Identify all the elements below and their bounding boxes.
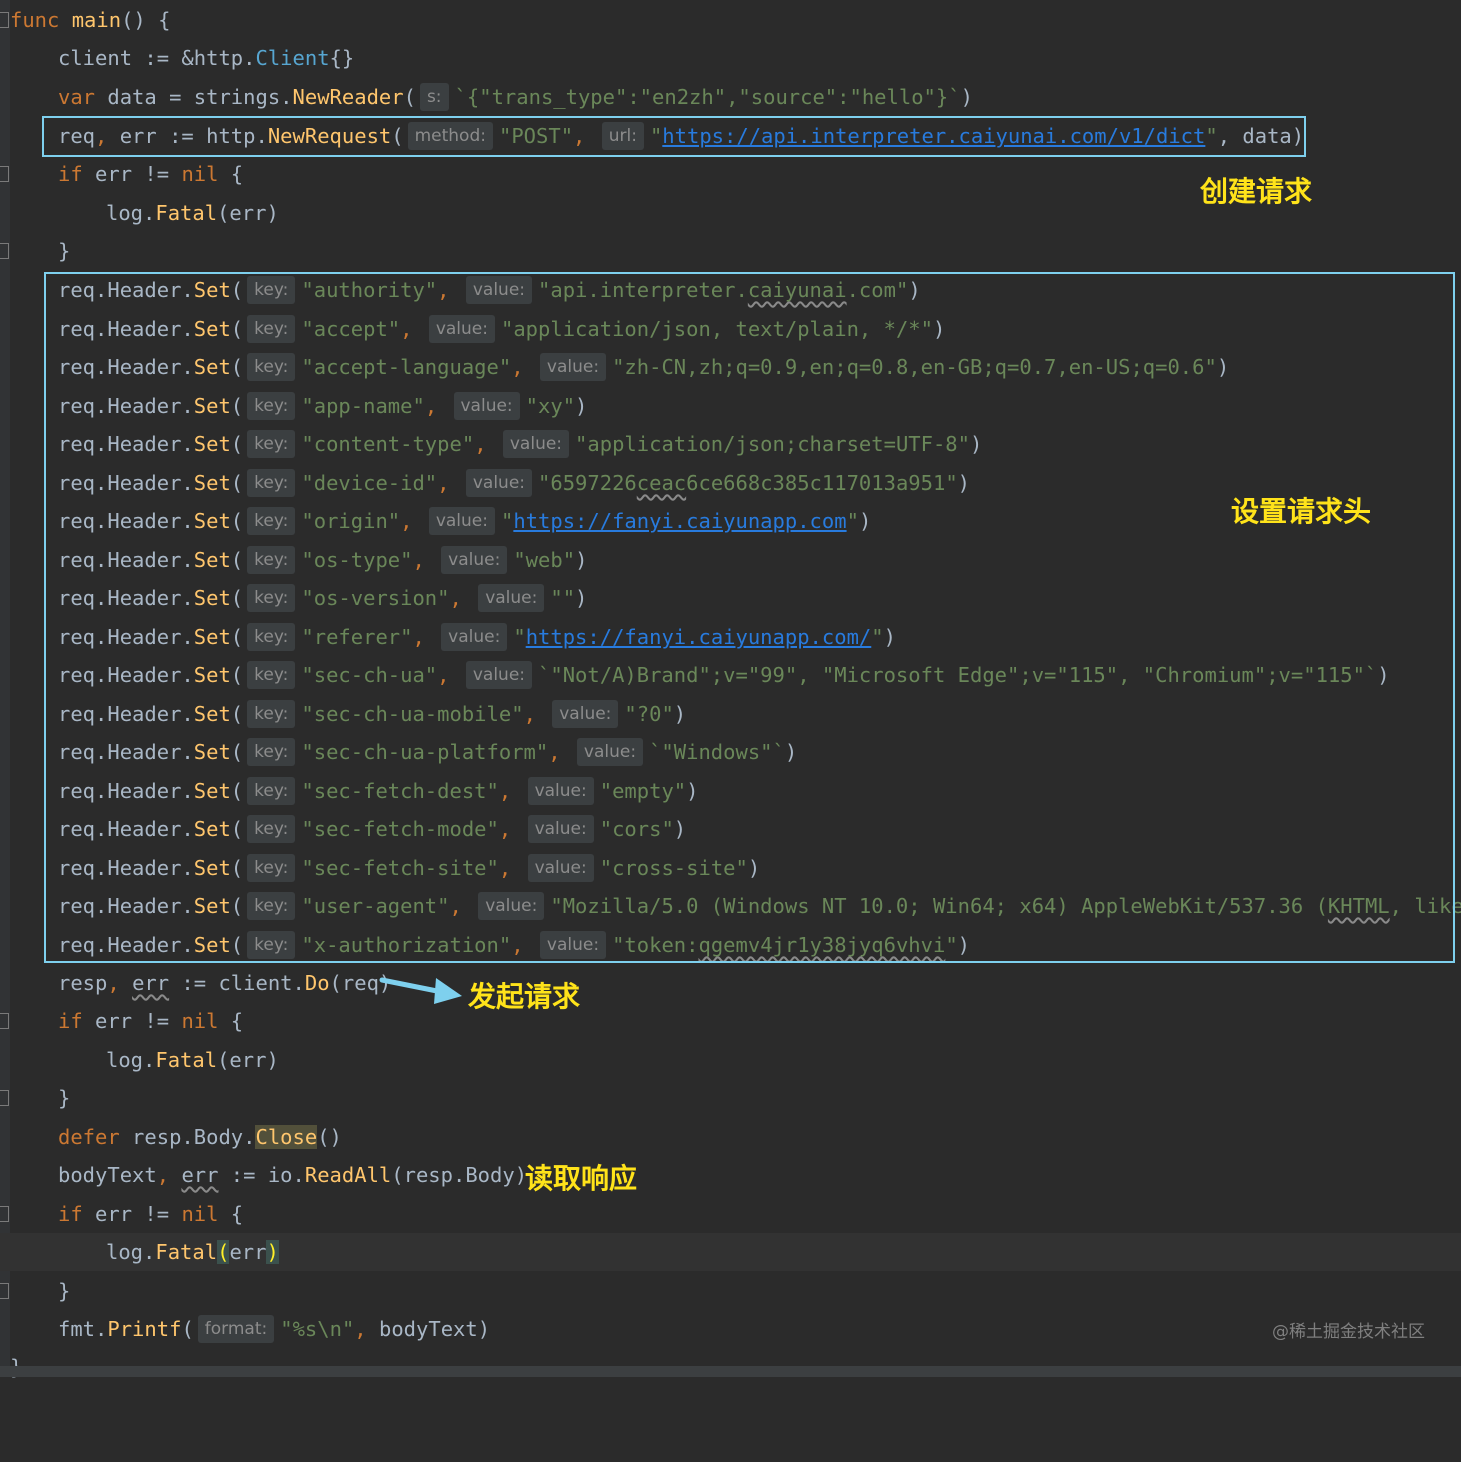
annotation-create-request: 创建请求 — [1200, 175, 1313, 208]
code-line[interactable]: func main() { — [0, 1, 170, 39]
code-line[interactable]: bodyText, err := io.ReadAll(resp.Body) — [0, 1156, 527, 1194]
closing-brace: } — [58, 1279, 71, 1303]
keyword-if: if — [58, 1009, 83, 1033]
keyword-var: var — [58, 85, 96, 109]
keyword-defer: defer — [58, 1125, 120, 1149]
code-text: client := &http. — [58, 46, 256, 70]
code-line[interactable]: fmt.Printf(format: "%s\n", bodyText) — [0, 1310, 490, 1348]
comma: , — [354, 1317, 367, 1341]
function-call-highlighted: Close — [255, 1125, 318, 1149]
annotation-send-request: 发起请求 — [468, 980, 581, 1013]
paren-match: ( — [217, 1240, 230, 1264]
code-text: err — [181, 1163, 219, 1187]
code-text: log. — [106, 1240, 156, 1264]
code-text: resp — [58, 971, 108, 995]
code-text: { — [218, 1202, 244, 1226]
code-line[interactable]: var data = strings.NewReader(s: `{"trans_… — [0, 78, 973, 116]
closing-brace: } — [58, 1086, 71, 1110]
function-call: Fatal — [155, 201, 218, 225]
function-call: Do — [304, 971, 330, 995]
code-line[interactable]: log.Fatal(err) — [0, 1041, 279, 1079]
arrow-icon — [379, 977, 462, 1004]
code-text: ( — [403, 85, 416, 109]
code-text: data = strings. — [95, 85, 293, 109]
code-text: err != — [82, 1009, 182, 1033]
keyword-nil: nil — [181, 1202, 219, 1226]
code-line[interactable]: if err != nil { — [0, 155, 243, 193]
code-text: err != — [82, 162, 182, 186]
code-text: {} — [329, 46, 355, 70]
function-call: ReadAll — [304, 1163, 392, 1187]
code-text: err — [229, 1240, 267, 1264]
code-line-current[interactable]: log.Fatal(err) — [0, 1233, 1461, 1271]
paren-match: ) — [266, 1240, 279, 1264]
keyword-func: func — [10, 8, 60, 32]
keyword-if: if — [58, 1202, 83, 1226]
annotation-set-headers: 设置请求头 — [1231, 495, 1372, 528]
code-text: bodyText — [58, 1163, 157, 1187]
code-text: ( — [181, 1317, 194, 1341]
code-line[interactable]: client := &http.Client{} — [0, 39, 354, 77]
code-text: { — [218, 162, 244, 186]
string-literal: `{"trans_type":"en2zh","source":"hello"}… — [454, 85, 961, 109]
function-name-main: main — [71, 8, 122, 32]
code-text: (err) — [217, 201, 279, 225]
code-line[interactable]: } — [0, 232, 70, 270]
keyword-if: if — [58, 162, 83, 186]
code-text: := client. — [169, 971, 305, 995]
code-line[interactable]: if err != nil { — [0, 1002, 243, 1040]
comma: , — [156, 1163, 170, 1187]
code-text: () { — [121, 8, 171, 32]
function-call: Fatal — [155, 1048, 218, 1072]
code-text: log. — [106, 1048, 156, 1072]
function-call: Printf — [107, 1317, 182, 1341]
code-text: err — [132, 971, 170, 995]
comma: , — [107, 971, 120, 995]
param-hint-s: s: — [419, 83, 449, 111]
function-call: NewReader — [292, 85, 404, 109]
code-line[interactable]: } — [0, 1272, 70, 1310]
code-text: (resp.Body) — [391, 1163, 528, 1187]
code-text: err != — [82, 1202, 182, 1226]
function-call: Fatal — [155, 1240, 218, 1264]
watermark: @稀土掘金技术社区 — [1272, 1322, 1425, 1342]
code-text: ) — [960, 85, 973, 109]
editor-bottom-bar — [0, 1366, 1461, 1377]
set-headers-box — [44, 272, 1455, 963]
type-name: Client — [255, 46, 330, 70]
create-request-box — [42, 116, 1306, 157]
code-text: { — [218, 1009, 244, 1033]
code-line[interactable]: if err != nil { — [0, 1195, 243, 1233]
annotation-read-response: 读取响应 — [525, 1162, 638, 1195]
keyword-nil: nil — [181, 1009, 219, 1033]
string-literal: "%s\n" — [280, 1317, 355, 1341]
code-text: bodyText) — [366, 1317, 491, 1341]
code-text: fmt. — [58, 1317, 108, 1341]
code-line[interactable]: log.Fatal(err) — [0, 194, 279, 232]
param-hint-format: format: — [197, 1315, 275, 1343]
code-text: log. — [106, 201, 156, 225]
code-text: (err) — [217, 1048, 279, 1072]
code-line[interactable]: } — [0, 1079, 70, 1117]
code-text: resp.Body. — [119, 1125, 256, 1149]
keyword-nil: nil — [181, 162, 219, 186]
code-line[interactable]: defer resp.Body.Close() — [0, 1118, 342, 1156]
code-text: () — [317, 1125, 342, 1149]
closing-brace: } — [58, 239, 71, 263]
code-line[interactable]: resp, err := client.Do(req) — [0, 964, 391, 1002]
code-text: := io. — [218, 1163, 305, 1187]
